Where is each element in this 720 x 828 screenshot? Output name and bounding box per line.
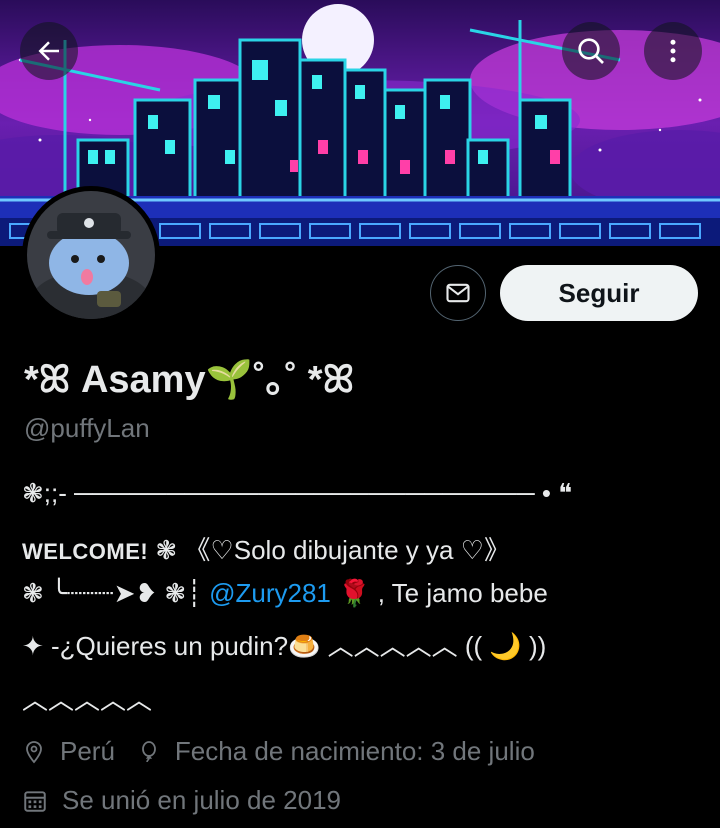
display-name: *ꕤ Asamy🌱˚｡˚ *ꕤ [24,348,354,403]
back-arrow-icon [38,41,59,61]
calendar-icon [24,790,46,812]
joined-row: Se unió en julio de 2019 [22,785,341,816]
follow-button[interactable]: Seguir [500,265,698,321]
balloon-icon [142,740,156,762]
joined-text: Se unió en julio de 2019 [62,785,342,815]
birthday-text: Fecha de nacimiento: 3 de julio [174,736,535,766]
avatar[interactable] [22,186,160,324]
bio-line-1: ❃;;- ───────────────────────── • ❝ [22,478,573,508]
more-options-button[interactable] [644,22,702,80]
search-icon [578,38,604,64]
rose-emoji: 🌹 [330,578,371,608]
bio-line-2-text: ❃ 《♡Solo dibujante y ya ♡》 [148,535,510,565]
avatar-image [27,191,155,319]
user-handle: @puffyLan [24,413,150,443]
mail-icon [446,283,470,303]
display-name-prefix: *ꕤ [24,359,71,401]
sprout-emoji: 🌱 [205,359,253,401]
location-pin-icon [26,740,42,763]
more-vertical-icon [670,39,676,63]
search-button[interactable] [562,22,620,80]
bio-line-3-start: ❃ ╰┈┈┈➤❥ ❃┊ [22,578,202,608]
display-name-suffix: ˚｡˚ *ꕤ [252,359,355,401]
bio-welcome: WELCOME! [22,539,149,564]
location-text: Perú [60,736,115,766]
message-button[interactable] [430,265,486,321]
bio-line-2: WELCOME! ❃ 《♡Solo dibujante y ya ♡》 [22,530,510,567]
display-name-text: Asamy [80,359,206,401]
profile-meta-row: Perú Fecha de nacimiento: 3 de julio [22,736,535,767]
bio-line-3: ❃ ╰┈┈┈➤❥ ❃┊ @Zury281 🌹 , Te jamo bebe [22,578,548,609]
bio-line-3-end: , Te jamo bebe [370,578,548,608]
back-button[interactable] [20,22,78,80]
mention-link[interactable]: @Zury281 [209,578,331,608]
bio-line-5: ︿︿︿︿︿ [22,685,153,715]
bio-line-4: ✦ -¿Quieres un pudin?🍮 ︿︿︿︿︿ (( 🌙 )) [22,631,547,661]
